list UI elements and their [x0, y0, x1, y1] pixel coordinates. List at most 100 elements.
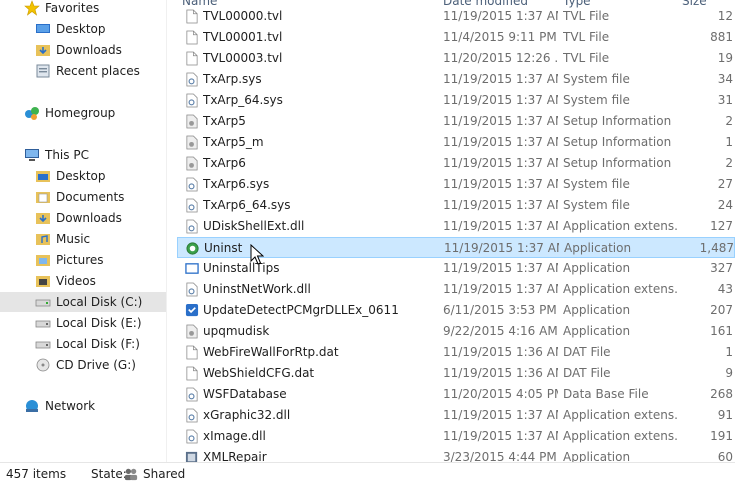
file-type: System file: [563, 93, 630, 107]
file-size: 9: [725, 366, 733, 380]
file-date: 11/19/2015 1:37 AM: [443, 261, 558, 275]
nav-pc-downloads[interactable]: Downloads: [35, 208, 122, 228]
nav-local-disk-c-label: Local Disk (C:): [56, 295, 143, 309]
file-size: 161: [710, 324, 733, 338]
file-date: 11/19/2015 1:36 AM: [443, 345, 558, 359]
state-label: State:: [91, 467, 127, 481]
drive-icon: [35, 299, 51, 306]
file-row[interactable]: TxArp_64.sys 11/19/2015 1:37 AM System fil…: [177, 90, 735, 111]
file-size: 327: [710, 261, 733, 275]
file-date: 11/19/2015 1:37 AM: [443, 72, 558, 86]
file-row[interactable]: TVL00001.tvl 11/4/2015 9:11 PM TVL File 881: [177, 27, 735, 48]
nav-recent-places[interactable]: Recent places: [35, 61, 140, 81]
file-type: System file: [563, 72, 630, 86]
file-date: 6/11/2015 3:53 PM: [443, 303, 557, 317]
nav-pc-videos-label: Videos: [56, 274, 96, 288]
file-row[interactable]: XMLRepair 3/23/2015 4:44 PM Application 60: [177, 447, 735, 462]
file-row[interactable]: TxArp6 11/19/2015 1:37 AM Setup Informatio…: [177, 153, 735, 174]
file-row[interactable]: TxArp.sys 11/19/2015 1:37 AM System file 34: [177, 69, 735, 90]
music-folder-icon: [36, 233, 50, 245]
nav-cd-drive-g[interactable]: CD Drive (G:): [35, 355, 136, 375]
file-size: 2: [725, 114, 733, 128]
file-date: 11/20/2015 12:26 ...: [443, 51, 558, 65]
nav-local-disk-c[interactable]: Local Disk (C:): [0, 292, 166, 312]
uninstaller-icon: [186, 242, 199, 255]
file-type: Application extens...: [563, 429, 677, 443]
nav-homegroup-label: Homegroup: [45, 106, 116, 120]
drive-icon: [35, 320, 51, 327]
nav-pc-downloads-label: Downloads: [56, 211, 122, 225]
file-name: TxArp6.sys: [203, 177, 270, 191]
file-name: upqmudisk: [203, 324, 270, 338]
nav-local-disk-f[interactable]: Local Disk (F:): [35, 334, 140, 354]
nav-favorites[interactable]: Favorites: [24, 0, 99, 18]
file-row[interactable]: UDiskShellExt.dll 11/19/2015 1:37 AM Appli…: [177, 216, 735, 237]
file-name: UDiskShellExt.dll: [203, 219, 305, 233]
file-size: 207: [710, 303, 733, 317]
file-name: WebFireWallForRtp.dat: [203, 345, 339, 359]
file-row[interactable]: TVL00000.tvl 11/19/2015 1:37 AM TVL File 12: [177, 6, 735, 27]
file-date: 11/20/2015 4:05 PM: [443, 387, 558, 401]
nav-pc-desktop[interactable]: Desktop: [35, 166, 106, 186]
file-size: 60: [717, 450, 733, 462]
file-icon: [186, 51, 198, 66]
nav-pc-pictures[interactable]: Pictures: [35, 250, 104, 270]
file-type: Application: [564, 241, 632, 255]
file-type: Application: [563, 324, 631, 338]
file-name: UpdateDetectPCMgrDLLEx_0611: [203, 303, 399, 317]
nav-pc-music-label: Music: [56, 232, 91, 246]
system-file-icon: [186, 177, 198, 192]
file-row[interactable]: TxArp6_64.sys 11/19/2015 1:37 AM System fi…: [177, 195, 735, 216]
nav-favorites-desktop-label: Desktop: [56, 22, 106, 36]
file-name: TxArp.sys: [203, 72, 262, 86]
nav-favorites-downloads[interactable]: Downloads: [35, 40, 122, 60]
nav-this-pc[interactable]: This PC: [24, 145, 89, 165]
file-type: TVL File: [563, 30, 610, 44]
nav-favorites-desktop[interactable]: Desktop: [35, 19, 106, 39]
nav-homegroup[interactable]: Homegroup: [24, 103, 115, 123]
nav-pc-videos[interactable]: Videos: [35, 271, 96, 291]
nav-local-disk-e[interactable]: Local Disk (E:): [35, 313, 142, 333]
state-value: Shared: [143, 467, 186, 481]
file-date: 11/19/2015 1:36 AM: [443, 366, 558, 380]
nav-cd-drive-g-label: CD Drive (G:): [56, 358, 136, 372]
file-row[interactable]: TxArp5 11/19/2015 1:37 AM Setup Informatio…: [177, 111, 735, 132]
file-date: 3/23/2015 4:44 PM: [443, 450, 557, 462]
file-type: Setup Information: [563, 156, 672, 170]
file-name: TxArp5: [203, 114, 246, 128]
file-row[interactable]: TxArp5_m 11/19/2015 1:37 AM Setup Informat…: [177, 132, 735, 153]
computer-icon: [25, 148, 39, 161]
system-file-icon: [186, 429, 198, 444]
file-row[interactable]: xImage.dll 11/19/2015 1:37 AM Application …: [177, 426, 735, 447]
nav-pc-pictures-label: Pictures: [56, 253, 104, 267]
file-name: TxArp6: [203, 156, 246, 170]
file-name: TxArp_64.sys: [203, 93, 283, 107]
nav-network[interactable]: Network: [24, 396, 95, 416]
recent-places-icon: [36, 64, 50, 77]
file-size: 1: [725, 345, 733, 359]
file-row[interactable]: xGraphic32.dll 11/19/2015 1:37 AM Applicat…: [177, 405, 735, 426]
window-icon: [185, 263, 199, 274]
file-name: TxArp5_m: [203, 135, 264, 149]
nav-pc-music[interactable]: Music: [35, 229, 90, 249]
nav-pc-documents[interactable]: Documents: [35, 187, 124, 207]
shared-users-icon: [124, 468, 138, 481]
file-row[interactable]: UpdateDetectPCMgrDLLEx_0611 6/11/2015 3:5…: [177, 300, 735, 321]
pictures-folder-icon: [36, 254, 50, 266]
file-row[interactable]: TxArp6.sys 11/19/2015 1:37 AM System file 2…: [177, 174, 735, 195]
file-date: 9/22/2015 4:16 AM: [443, 324, 558, 338]
file-row[interactable]: WebShieldCFG.dat 11/19/2015 1:36 AM DAT Fi…: [177, 363, 735, 384]
file-name: TxArp6_64.sys: [203, 198, 291, 212]
file-row[interactable]: WebFireWallForRtp.dat 11/19/2015 1:36 AM D…: [177, 342, 735, 363]
file-row[interactable]: WSFDatabase 11/20/2015 4:05 PM Data Base F…: [177, 384, 735, 405]
file-row[interactable]: upqmudisk 9/22/2015 4:16 AM Application 161: [177, 321, 735, 342]
mouse-cursor-icon: [250, 244, 264, 265]
file-row[interactable]: TVL00003.tvl 11/20/2015 12:26 ... TVL File…: [177, 48, 735, 69]
network-icon: [26, 399, 38, 412]
file-type: Application: [563, 261, 631, 275]
homegroup-icon: [25, 106, 39, 120]
file-type: Application: [563, 450, 631, 462]
file-date: 11/19/2015 1:37 AM: [443, 177, 558, 191]
file-size: 91: [717, 408, 733, 422]
file-row[interactable]: UninstNetWork.dll 11/19/2015 1:37 AM Appli…: [177, 279, 735, 300]
